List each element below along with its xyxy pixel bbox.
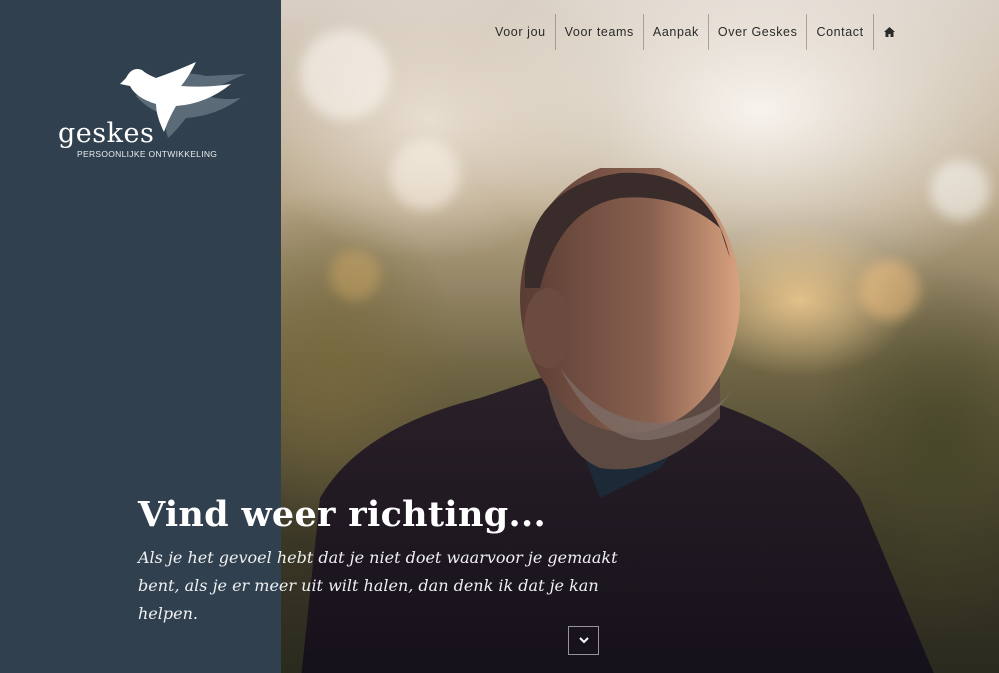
main-nav: Voor jou Voor teams Aanpak Over Geskes C… — [486, 14, 906, 50]
nav-item-aanpak[interactable]: Aanpak — [644, 14, 709, 50]
brand-tagline: PERSOONLIJKE ONTWIKKELING — [77, 149, 218, 159]
nav-item-voor-jou[interactable]: Voor jou — [486, 14, 556, 50]
scroll-down-button[interactable] — [568, 626, 599, 655]
nav-item-over-geskes[interactable]: Over Geskes — [709, 14, 808, 50]
home-icon[interactable] — [874, 14, 906, 50]
brand-name[interactable]: geskes — [58, 118, 154, 149]
bokeh-light — [300, 30, 390, 120]
nav-item-voor-teams[interactable]: Voor teams — [556, 14, 644, 50]
hero-intro-text: Als je het gevoel hebt dat je niet doet … — [138, 548, 618, 623]
home-icon-glyph — [884, 27, 896, 37]
chevron-down-icon — [578, 637, 589, 644]
hero-headline: Vind weer richting... — [138, 494, 546, 535]
nav-item-contact[interactable]: Contact — [807, 14, 874, 50]
